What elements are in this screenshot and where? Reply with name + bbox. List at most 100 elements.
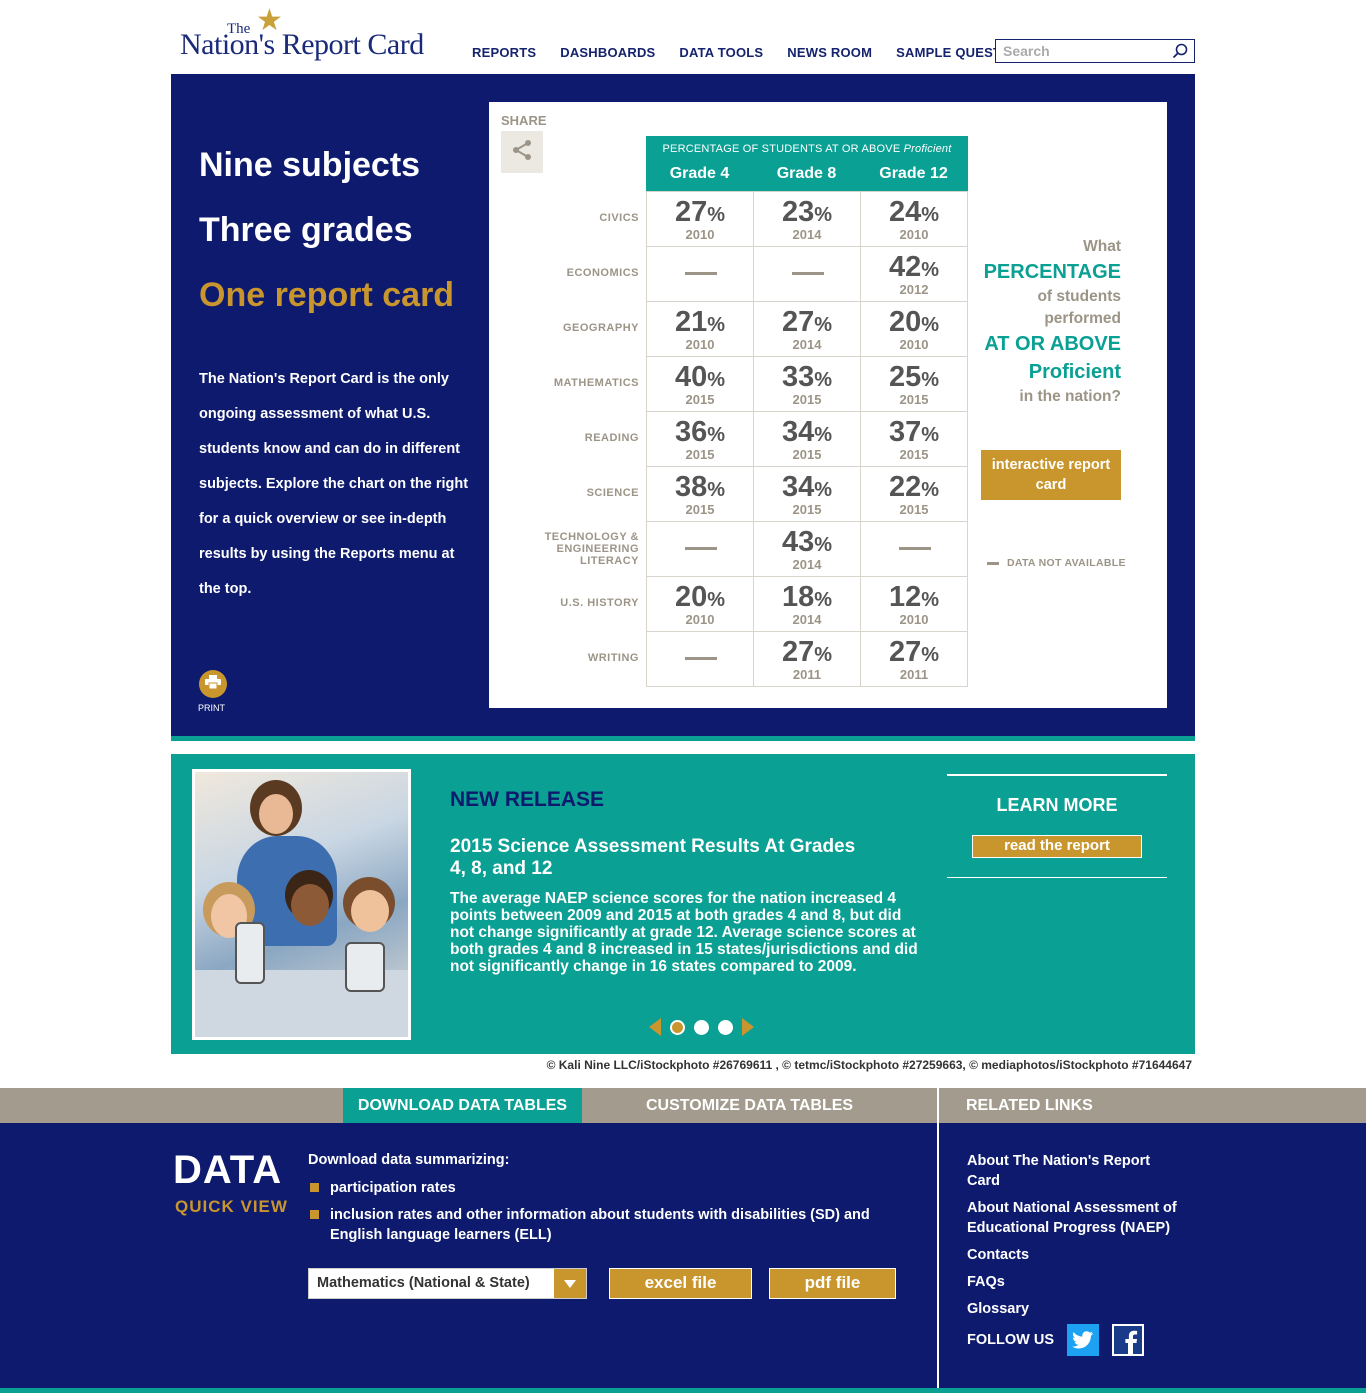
table-cell: 36% 2015 [646, 411, 754, 467]
new-release-section: NEW RELEASE 2015 Science Assessment Resu… [171, 754, 1195, 1054]
table-cell: 20% 2010 [860, 301, 968, 357]
row-subject-label: WRITING [587, 652, 639, 664]
carousel-prev-icon[interactable] [649, 1018, 661, 1036]
table-header: PERCENTAGE OF STUDENTS AT OR ABOVE Profi… [646, 136, 968, 191]
interactive-report-card-button[interactable]: interactive report card [981, 450, 1121, 500]
not-available-dash-icon [899, 547, 931, 550]
column-divider [937, 1088, 939, 1393]
site-logo[interactable]: Nation's Report Card The ★ [180, 6, 430, 66]
data-heading: DATA [173, 1148, 283, 1192]
table-caption: PERCENTAGE OF STUDENTS AT OR ABOVE Profi… [662, 143, 952, 155]
print-button[interactable] [199, 670, 227, 698]
release-title[interactable]: 2015 Science Assessment Results At Grade… [450, 836, 870, 880]
table-row: U.S. HISTORY 20% 2010 18% 2014 12% 2010 [489, 576, 969, 632]
search-icon[interactable] [1172, 43, 1188, 59]
related-link-about-nrc[interactable]: About The Nation's Report Card [967, 1151, 1187, 1191]
release-kicker: NEW RELEASE [450, 788, 605, 811]
read-report-button[interactable]: read the report [972, 835, 1142, 858]
related-links-heading: RELATED LINKS [966, 1097, 1093, 1114]
row-subject-label: TECHNOLOGY & ENGINEERING LITERACY [544, 531, 639, 567]
hero-line-subjects: Nine subjects [199, 146, 421, 184]
dash-icon [987, 561, 999, 565]
carousel-dot-3[interactable] [718, 1019, 733, 1035]
logo-wordmark: Nation's Report Card [180, 28, 424, 61]
quick-view-heading: QUICK VIEW [175, 1197, 288, 1216]
excel-file-button[interactable]: excel file [609, 1268, 752, 1299]
download-intro: Download data summarizing: [308, 1152, 510, 1168]
legend: DATA NOT AVAILABLE [987, 557, 1126, 569]
carousel-dot-2[interactable] [694, 1019, 709, 1035]
hero-divider [171, 736, 1195, 741]
print-label: PRINT [198, 703, 225, 713]
assessment-year: 2012 [899, 282, 929, 297]
follow-us: FOLLOW US [967, 1324, 1144, 1356]
release-body: The average NAEP science scores for the … [450, 890, 918, 975]
table-row: GEOGRAPHY 21% 2010 27% 2014 20% 2010 [489, 301, 969, 357]
table-row: TECHNOLOGY & ENGINEERING LITERACY 43% 2014 [489, 521, 969, 577]
carousel-dot-1[interactable] [670, 1019, 685, 1035]
related-link-contacts[interactable]: Contacts [967, 1245, 1187, 1265]
list-item: inclusion rates and other information ab… [308, 1205, 898, 1245]
nav-reports[interactable]: REPORTS [472, 45, 536, 60]
table-row: CIVICS 27% 2010 23% 2014 24% 2010 [489, 191, 969, 247]
table-row: READING 36% 2015 34% 2015 37% 2015 [489, 411, 969, 467]
related-link-faqs[interactable]: FAQs [967, 1272, 1187, 1292]
table-cell [753, 246, 861, 302]
follow-us-label: FOLLOW US [967, 1332, 1054, 1348]
subject-select[interactable]: Mathematics (National & State) [308, 1268, 587, 1299]
table-cell [646, 631, 754, 687]
carousel-next-icon[interactable] [742, 1018, 754, 1036]
row-subject-label: MATHEMATICS [553, 377, 639, 389]
table-cell [646, 521, 754, 577]
row-subject-label: ECONOMICS [566, 267, 639, 279]
not-available-dash-icon [685, 547, 717, 550]
logo-the: The [227, 21, 251, 37]
table-cell: 12% 2010 [860, 576, 968, 632]
hero-line-report-card: One report card [199, 276, 455, 314]
table-row: MATHEMATICS 40% 2015 33% 2015 25% 2015 [489, 356, 969, 412]
table-cell: 23% 2014 [753, 191, 861, 247]
related-link-about-naep[interactable]: About National Assessment of Educational… [967, 1198, 1187, 1238]
footer-divider [0, 1388, 1366, 1393]
not-available-dash-icon [685, 272, 717, 275]
data-quick-view-section: DATA QUICK VIEW Download data summarizin… [0, 1123, 1366, 1393]
row-subject-label: READING [584, 432, 639, 444]
facebook-icon[interactable] [1112, 1324, 1144, 1356]
share-button[interactable] [501, 131, 543, 173]
related-link-glossary[interactable]: Glossary [967, 1299, 1187, 1319]
row-subject-label: CIVICS [599, 212, 639, 224]
table-row: ECONOMICS 42% 2012 [489, 246, 969, 302]
proficiency-table: CIVICS 27% 2010 23% 2014 24% 2010 ECONOMICS 42% 2… [489, 191, 969, 687]
assessment-year: 2015 [899, 502, 929, 517]
row-subject-label: SCIENCE [586, 487, 639, 499]
assessment-year: 2011 [792, 667, 822, 682]
twitter-icon[interactable] [1067, 1324, 1099, 1356]
header-grade-4: Grade 4 [669, 165, 730, 182]
table-cell: 27% 2010 [646, 191, 754, 247]
table-cell: 34% 2015 [753, 466, 861, 522]
nav-dashboards[interactable]: DASHBOARDS [560, 45, 655, 60]
table-cell: 37% 2015 [860, 411, 968, 467]
assessment-year: 2010 [899, 337, 929, 352]
header-grade-12: Grade 12 [879, 165, 948, 182]
assessment-year: 2011 [899, 667, 929, 682]
divider [947, 877, 1167, 878]
assessment-year: 2010 [899, 612, 929, 627]
data-tabbar: DOWNLOAD DATA TABLES CUSTOMIZE DATA TABL… [0, 1088, 1366, 1133]
nav-data-tools[interactable]: DATA TOOLS [679, 45, 763, 60]
assessment-year: 2015 [792, 447, 822, 462]
assessment-year: 2015 [685, 447, 715, 462]
assessment-year: 2014 [792, 557, 822, 572]
tab-download-data-tables[interactable]: DOWNLOAD DATA TABLES [343, 1088, 582, 1123]
chevron-down-icon[interactable] [554, 1269, 586, 1298]
divider [947, 774, 1167, 776]
pdf-file-button[interactable]: pdf file [769, 1268, 896, 1299]
nav-news-room[interactable]: NEWS ROOM [787, 45, 872, 60]
table-cell: 33% 2015 [753, 356, 861, 412]
assessment-year: 2015 [685, 392, 715, 407]
tab-customize-data-tables[interactable]: CUSTOMIZE DATA TABLES [646, 1088, 853, 1123]
search-input[interactable] [996, 40, 1166, 62]
assessment-year: 2015 [899, 447, 929, 462]
not-available-dash-icon [792, 272, 824, 275]
assessment-year: 2015 [792, 502, 822, 517]
